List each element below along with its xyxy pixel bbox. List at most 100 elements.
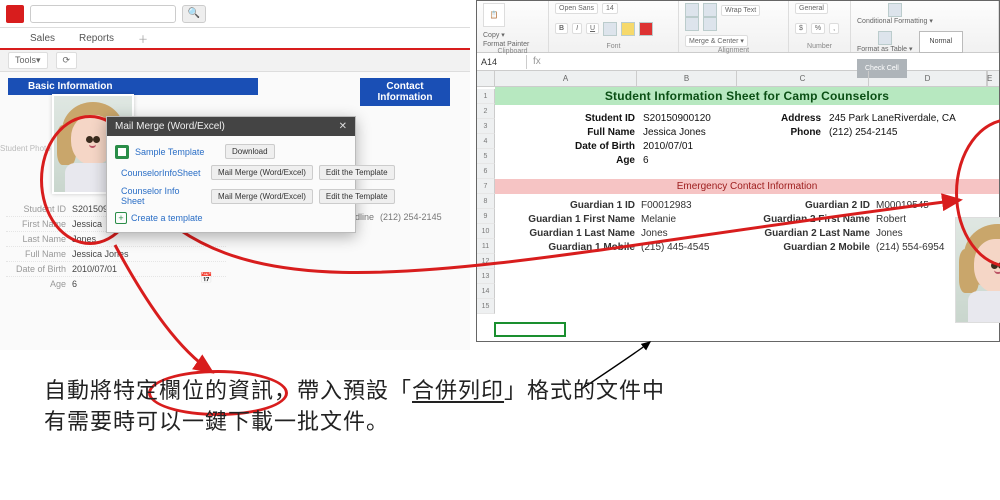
format-painter-button[interactable]: Format Painter bbox=[483, 41, 529, 48]
template-sample[interactable]: Sample Template bbox=[135, 147, 219, 157]
col-B[interactable]: B bbox=[637, 71, 737, 86]
edit-template-button[interactable]: Edit the Template bbox=[319, 189, 395, 204]
search-button[interactable]: 🔍 bbox=[182, 5, 206, 23]
cond-format-button[interactable]: Conditional Formatting ▾ bbox=[857, 17, 933, 25]
copy-button[interactable]: Copy ▾ bbox=[483, 31, 529, 39]
col-D[interactable]: D bbox=[869, 71, 987, 86]
ribbon: 📋 Copy ▾ Format Painter Clipboard Open S… bbox=[477, 1, 999, 53]
row-number[interactable]: 2 bbox=[477, 104, 495, 119]
create-template-label: Create a template bbox=[131, 213, 203, 223]
merge-button[interactable]: Merge & Center ▾ bbox=[685, 35, 748, 47]
tab-sales[interactable]: Sales bbox=[30, 28, 55, 48]
comma-icon[interactable]: , bbox=[829, 23, 839, 34]
ragic-app: 🔍 Sales Reports ＋ Tools▾ ⟳ Basic Informa… bbox=[0, 0, 470, 350]
row-number[interactable]: 15 bbox=[477, 299, 495, 314]
v-gf2: Robert bbox=[870, 214, 906, 225]
fontcolor-icon[interactable] bbox=[639, 22, 653, 36]
row-number[interactable]: 11 bbox=[477, 239, 495, 254]
row-number[interactable]: 3 bbox=[477, 119, 495, 134]
border-icon[interactable] bbox=[603, 22, 617, 36]
refresh-button[interactable]: ⟳ bbox=[56, 52, 78, 69]
row-number[interactable]: 4 bbox=[477, 134, 495, 149]
col-A[interactable]: A bbox=[495, 71, 637, 86]
search-input[interactable] bbox=[30, 5, 176, 23]
tabs: Sales Reports ＋ bbox=[0, 28, 470, 50]
template-counselor2[interactable]: Counselor Info Sheet bbox=[121, 186, 205, 206]
k-dob2: Date of Birth bbox=[555, 141, 635, 152]
plus-icon: + bbox=[115, 212, 127, 224]
font-size[interactable]: 14 bbox=[602, 3, 618, 14]
active-cell[interactable] bbox=[494, 322, 566, 337]
fill-icon[interactable] bbox=[621, 22, 635, 36]
k-gl1: Guardian 1 Last Name bbox=[505, 228, 635, 239]
format-table-button[interactable]: Format as Table ▾ bbox=[857, 45, 913, 53]
record-body: Basic Information Contact Information St… bbox=[0, 72, 470, 101]
template-counselor1[interactable]: CounselorInfoSheet bbox=[121, 168, 205, 178]
row-number[interactable]: 9 bbox=[477, 209, 495, 224]
k-gm1: Guardian 1 Mobile bbox=[505, 242, 635, 253]
percent-icon[interactable]: % bbox=[811, 23, 825, 34]
row-number[interactable]: 13 bbox=[477, 269, 495, 284]
bold-button[interactable]: B bbox=[555, 23, 568, 34]
select-all[interactable] bbox=[477, 71, 495, 86]
fx-icon[interactable]: fx bbox=[527, 56, 547, 67]
underline-button[interactable]: U bbox=[586, 23, 599, 34]
v-gl1: Jones bbox=[635, 228, 735, 239]
currency-icon[interactable]: $ bbox=[795, 23, 807, 34]
v-full2: Jessica Jones bbox=[643, 127, 753, 138]
download-button[interactable]: Download bbox=[225, 144, 275, 159]
tools-menu[interactable]: Tools▾ bbox=[8, 52, 48, 69]
row-number[interactable]: 10 bbox=[477, 224, 495, 239]
anno-l1a: 自動將特定欄位的資訊，帶入預設「 bbox=[44, 378, 412, 403]
format-table-icon[interactable] bbox=[878, 31, 892, 45]
italic-button[interactable]: I bbox=[572, 23, 582, 34]
col-E[interactable]: E bbox=[987, 71, 988, 86]
k-gid2: Guardian 2 ID bbox=[735, 200, 870, 211]
paste-button[interactable]: 📋 bbox=[483, 3, 505, 27]
k-full: Full Name bbox=[6, 249, 66, 259]
tab-add[interactable]: ＋ bbox=[138, 28, 148, 48]
mail-merge-popup: Mail Merge (Word/Excel) ✕ Sample Templat… bbox=[106, 116, 356, 233]
row-number[interactable]: 8 bbox=[477, 194, 495, 209]
k-gl2: Guardian 2 Last Name bbox=[735, 228, 870, 239]
excel-icon bbox=[115, 145, 129, 159]
wrap-button[interactable]: Wrap Text bbox=[721, 5, 760, 16]
photo-label: Student Photo bbox=[0, 144, 51, 153]
edit-template-button[interactable]: Edit the Template bbox=[319, 165, 395, 180]
v-last: Jones bbox=[72, 234, 96, 244]
section-contact: Contact Information bbox=[360, 78, 450, 106]
align-icon[interactable] bbox=[685, 17, 699, 31]
font-name[interactable]: Open Sans bbox=[555, 3, 598, 14]
row-number[interactable]: 12 bbox=[477, 254, 495, 269]
row-number[interactable]: 14 bbox=[477, 284, 495, 299]
row-number[interactable]: 5 bbox=[477, 149, 495, 164]
k-gm2: Guardian 2 Mobile bbox=[735, 242, 870, 253]
column-headers: A B C D E bbox=[477, 71, 999, 87]
search-icon: 🔍 bbox=[188, 8, 200, 19]
v-phone: (212) 254-2145 bbox=[829, 127, 897, 138]
popup-title-text: Mail Merge (Word/Excel) bbox=[115, 121, 225, 132]
align-icon[interactable] bbox=[703, 3, 717, 17]
v-age: 6 bbox=[72, 279, 77, 289]
align-icon[interactable] bbox=[703, 17, 717, 31]
section-alignment: Alignment bbox=[685, 47, 782, 54]
tab-reports[interactable]: Reports bbox=[79, 28, 114, 48]
popup-title: Mail Merge (Word/Excel) ✕ bbox=[107, 117, 355, 136]
close-icon[interactable]: ✕ bbox=[339, 121, 347, 132]
number-format[interactable]: General bbox=[795, 3, 828, 14]
row-number[interactable]: 6 bbox=[477, 164, 495, 179]
align-icon[interactable] bbox=[685, 3, 699, 17]
col-C[interactable]: C bbox=[737, 71, 869, 86]
anno-l1c: 」格式的文件中 bbox=[504, 378, 665, 403]
mailmerge-button[interactable]: Mail Merge (Word/Excel) bbox=[211, 165, 313, 180]
v-dob2: 2010/07/01 bbox=[643, 141, 753, 152]
row-number[interactable]: 7 bbox=[477, 179, 495, 194]
style-normal[interactable]: Normal bbox=[919, 31, 964, 53]
calendar-icon[interactable]: 📅 bbox=[200, 273, 212, 284]
k-last: Last Name bbox=[6, 234, 66, 244]
cond-format-icon[interactable] bbox=[888, 3, 902, 17]
create-template-link[interactable]: + Create a template bbox=[115, 212, 347, 224]
mailmerge-button[interactable]: Mail Merge (Word/Excel) bbox=[211, 189, 313, 204]
name-box[interactable]: A14 bbox=[477, 55, 527, 69]
row-number[interactable]: 1 bbox=[477, 89, 495, 104]
